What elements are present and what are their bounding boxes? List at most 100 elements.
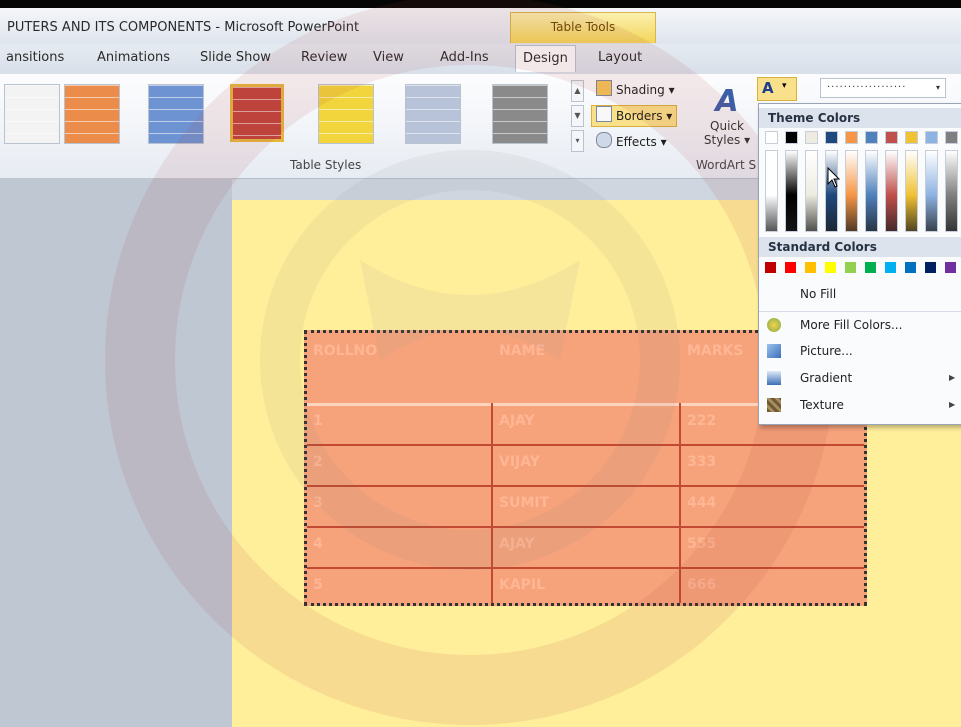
ribbon-tabs: ansitions Animations Slide Show Review V… [0,44,961,75]
theme-color-shades[interactable] [805,150,818,232]
table-style-swatch[interactable] [492,84,548,144]
no-fill-label: No Fill [800,287,837,301]
no-fill-item[interactable]: No Fill [759,281,961,307]
theme-color-shades[interactable] [865,150,878,232]
picture-label: Picture... [800,344,853,358]
table-cell[interactable]: 666 [681,567,864,603]
window-title: PUTERS AND ITS COMPONENTS - Microsoft Po… [7,20,360,35]
tab-design[interactable]: Design [515,45,576,72]
borders-icon [596,106,612,122]
table-cell[interactable]: 333 [681,444,864,485]
standard-color-chip[interactable] [865,262,876,273]
standard-colors-header: Standard Colors [759,237,961,257]
table-cell[interactable]: 5 [307,567,493,603]
gallery-down-button[interactable]: ▼ [571,105,584,127]
theme-color-shades[interactable] [825,150,838,232]
text-fill-button[interactable]: A ▾ [757,77,797,101]
tab-slide-show[interactable]: Slide Show [200,50,271,65]
table-style-swatch[interactable] [148,84,204,144]
gallery-more-button[interactable]: ▾ [571,130,584,152]
table-header-cell[interactable]: ROLLNO [307,333,493,403]
theme-color-chip[interactable] [785,131,798,144]
chevron-down-icon: ▾ [935,83,941,92]
theme-color-chip[interactable] [805,131,818,144]
theme-color-shades[interactable] [945,150,958,232]
standard-color-chip[interactable] [765,262,776,273]
table-cell[interactable]: 555 [681,526,864,567]
theme-color-shades[interactable] [885,150,898,232]
wordart-a-icon: A [715,84,739,119]
texture-item[interactable]: Texture ▶ [759,392,961,418]
texture-label: Texture [800,398,844,412]
tab-add-ins[interactable]: Add-Ins [440,50,489,65]
theme-color-shades[interactable] [925,150,938,232]
borders-button[interactable]: Borders ▾ [591,105,678,127]
standard-color-chip[interactable] [805,262,816,273]
effects-icon [596,132,612,148]
table-cell[interactable]: 2 [307,444,493,485]
table-cell[interactable]: 444 [681,485,864,526]
shading-button[interactable]: Shading ▾ [596,80,675,100]
standard-color-chip[interactable] [885,262,896,273]
table-style-swatch[interactable] [230,84,284,142]
chevron-down-icon: ▾ [782,81,787,91]
gradient-item[interactable]: Gradient ▶ [759,365,961,391]
table-row[interactable]: 4 AJAY 555 [307,526,864,569]
tab-view[interactable]: View [373,50,404,65]
table-header-cell[interactable]: NAME [493,333,681,403]
standard-color-chip[interactable] [925,262,936,273]
tab-review[interactable]: Review [301,50,347,65]
theme-color-chip[interactable] [885,131,898,144]
table-cell[interactable]: AJAY [493,526,681,567]
table-row[interactable]: 3 SUMIT 444 [307,485,864,528]
theme-color-chip[interactable] [945,131,958,144]
mouse-cursor-icon [827,167,841,188]
shading-label: Shading [616,83,665,97]
table-cell[interactable]: VIJAY [493,444,681,485]
top-edge [0,0,961,8]
title-bar: PUTERS AND ITS COMPONENTS - Microsoft Po… [0,8,961,44]
more-fill-colors-item[interactable]: More Fill Colors... [759,311,961,338]
table-style-swatch[interactable] [4,84,60,144]
picture-icon [767,344,781,358]
table-row[interactable]: 2 VIJAY 333 [307,444,864,487]
quick-styles-button[interactable]: A Quick Styles ▾ [700,84,754,147]
more-fill-colors-label: More Fill Colors... [800,318,903,332]
table-tools-contextual-tab: Table Tools [510,12,656,43]
table-cell[interactable]: AJAY [493,403,681,444]
theme-color-chip[interactable] [825,131,838,144]
theme-color-shades[interactable] [785,150,798,232]
theme-color-shades[interactable] [845,150,858,232]
theme-color-shades[interactable] [765,150,778,232]
submenu-arrow-icon: ▶ [949,373,956,382]
quick-styles-label: Quick Styles ▾ [703,119,751,147]
theme-color-chip[interactable] [845,131,858,144]
effects-button[interactable]: Effects ▾ [596,132,667,152]
table-cell[interactable]: 1 [307,403,493,444]
table-cell[interactable]: KAPIL [493,567,681,603]
table-style-swatch[interactable] [405,84,461,144]
theme-color-shades[interactable] [905,150,918,232]
table-cell[interactable]: 3 [307,485,493,526]
standard-color-chip[interactable] [905,262,916,273]
pen-style-select[interactable]: ··················· ▾ [820,78,946,98]
gallery-up-button[interactable]: ▲ [571,80,584,102]
theme-color-chip[interactable] [925,131,938,144]
tab-layout[interactable]: Layout [598,50,642,65]
picture-item[interactable]: Picture... [759,338,961,364]
table-style-swatch[interactable] [318,84,374,144]
table-row[interactable]: 5 KAPIL 666 [307,567,864,603]
effects-label: Effects [616,135,657,149]
table-cell[interactable]: 4 [307,526,493,567]
standard-color-chip[interactable] [945,262,956,273]
standard-color-chip[interactable] [785,262,796,273]
table-style-swatch[interactable] [64,84,120,144]
standard-color-chip[interactable] [845,262,856,273]
tab-animations[interactable]: Animations [97,50,170,65]
table-cell[interactable]: SUMIT [493,485,681,526]
theme-color-chip[interactable] [765,131,778,144]
theme-color-chip[interactable] [905,131,918,144]
standard-color-chip[interactable] [825,262,836,273]
theme-color-chip[interactable] [865,131,878,144]
tab-transitions[interactable]: ansitions [6,50,64,65]
